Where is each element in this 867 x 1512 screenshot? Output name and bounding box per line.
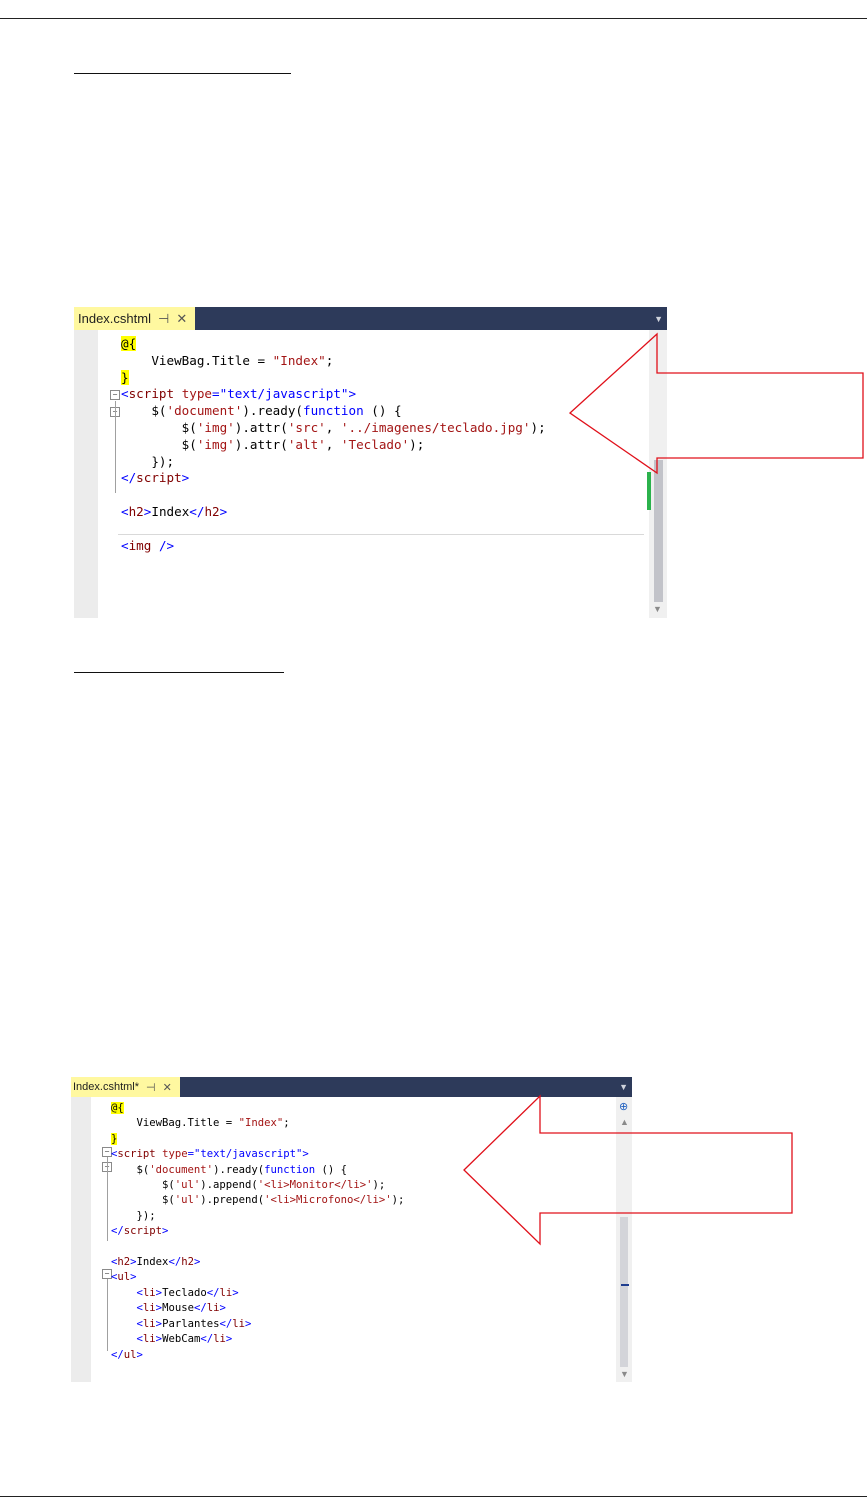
callout-arrow-left-1: [463, 332, 864, 1246]
arrow-shape-2: [463, 1094, 793, 1246]
arrow-shape-1: [568, 332, 864, 475]
